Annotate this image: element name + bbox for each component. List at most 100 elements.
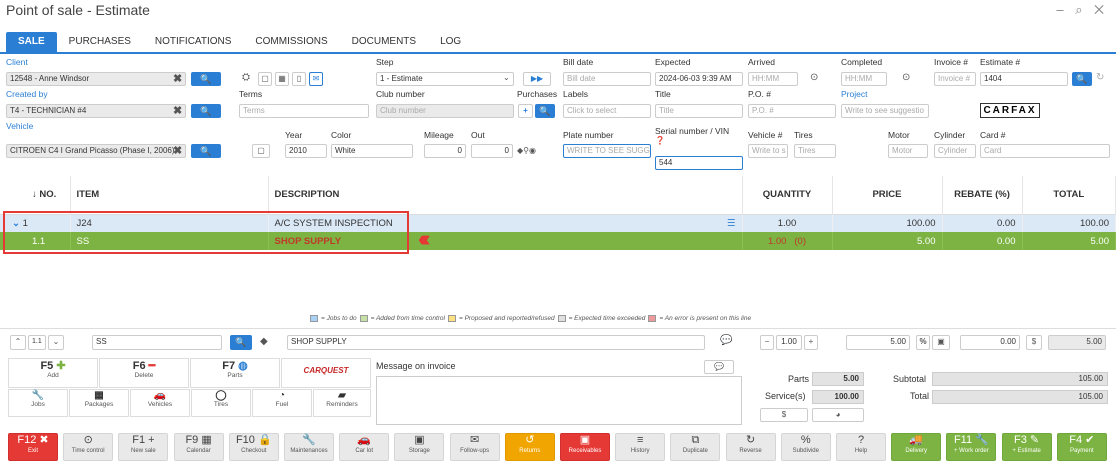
- toolbar-button-10[interactable]: ▣ Receivables: [560, 433, 610, 461]
- col-total[interactable]: TOTAL: [1022, 176, 1116, 214]
- increment-button[interactable]: +: [804, 335, 818, 350]
- search-estimate-button[interactable]: 🔍: [1072, 72, 1092, 86]
- clear-client-icon[interactable]: ✖: [173, 72, 182, 85]
- rebate-input[interactable]: 0.00: [960, 335, 1020, 350]
- toolbar-button-17[interactable]: F11 🔧 + Work order: [946, 433, 997, 461]
- toolbar-button-15[interactable]: ? Help: [836, 433, 886, 461]
- reminders-button[interactable]: ▰ Reminders: [313, 389, 371, 417]
- tag-icon[interactable]: ◆: [260, 336, 268, 347]
- project-input[interactable]: Write to see suggestio: [841, 104, 929, 118]
- row-price[interactable]: 100.00: [832, 214, 943, 232]
- clear-vehicle-icon[interactable]: ✖: [173, 144, 182, 157]
- toolbar-button-3[interactable]: F9 ▦ Calendar: [173, 433, 224, 461]
- tab-commissions[interactable]: COMMISSIONS: [243, 32, 339, 52]
- search-created-by-button[interactable]: 🔍: [191, 104, 221, 118]
- comment-icon[interactable]: 💬: [720, 335, 732, 346]
- add-purchase-button[interactable]: +: [518, 104, 533, 118]
- motor-input[interactable]: Motor: [888, 144, 928, 158]
- toolbar-button-16[interactable]: 🚚 Delivery: [891, 433, 942, 461]
- created-by-label[interactable]: Created by: [6, 89, 48, 99]
- vehicle-no-input[interactable]: Write to s: [748, 144, 788, 158]
- labels-select[interactable]: Click to select: [563, 104, 651, 118]
- mobile-icon[interactable]: ▯: [292, 72, 306, 86]
- toolbar-button-19[interactable]: F4 ✔ Payment: [1056, 433, 1107, 461]
- row-quantity-cell[interactable]: 1.00 (0): [742, 232, 833, 250]
- total-input[interactable]: 5.00: [1048, 335, 1106, 350]
- tab-sale[interactable]: SALE: [6, 32, 57, 52]
- parts-button[interactable]: F7 ◍ Parts: [190, 358, 280, 388]
- window-controls[interactable]: – ⌕ ✕: [1056, 2, 1108, 18]
- po-input[interactable]: P.O. #: [748, 104, 836, 118]
- color-input[interactable]: White: [331, 144, 413, 158]
- line-number[interactable]: 1.1: [28, 335, 46, 350]
- tires-button[interactable]: ◯ Tires: [191, 389, 251, 417]
- jobs-button[interactable]: 🔧 Jobs: [8, 389, 68, 417]
- document-icon[interactable]: ▢: [258, 72, 272, 86]
- list-icon[interactable]: ☰: [727, 218, 736, 229]
- pie-icon[interactable]: ◕: [812, 408, 864, 422]
- packages-button[interactable]: ▦ Packages: [69, 389, 129, 417]
- clock-icon[interactable]: ⊙: [810, 72, 818, 83]
- row-rebate[interactable]: 0.00: [942, 214, 1023, 232]
- row-total[interactable]: 100.00: [1022, 214, 1116, 232]
- dollar-button[interactable]: $: [1026, 335, 1042, 350]
- project-label[interactable]: Project: [841, 89, 867, 99]
- qty-input[interactable]: 1.00: [776, 335, 802, 350]
- col-description[interactable]: DESCRIPTION: [268, 176, 743, 214]
- chevron-up-icon[interactable]: ⌃: [10, 335, 26, 350]
- decrement-button[interactable]: −: [760, 335, 774, 350]
- clear-created-by-icon[interactable]: ✖: [173, 104, 182, 117]
- toolbar-button-13[interactable]: ↻ Reverse: [725, 433, 776, 461]
- item-input[interactable]: SS: [92, 335, 222, 350]
- add-button[interactable]: F5 ✚ Add: [8, 358, 98, 388]
- col-no[interactable]: ↓ NO.: [0, 176, 71, 214]
- chevron-down-icon[interactable]: ⌄: [503, 73, 510, 82]
- invoice-input[interactable]: Invoice #: [934, 72, 976, 86]
- percent-button[interactable]: %: [916, 335, 930, 350]
- carfax-logo[interactable]: CARFAX: [980, 103, 1040, 118]
- binoculars-icon[interactable]: ⛭: [239, 72, 253, 83]
- delete-button[interactable]: F6 ━ Delete: [99, 358, 189, 388]
- estimate-input[interactable]: 1404: [980, 72, 1068, 86]
- step-select[interactable]: 1 - Estimate: [376, 72, 514, 86]
- row-quantity[interactable]: 1.00: [742, 214, 833, 232]
- toolbar-button-8[interactable]: ✉ Follow-ups: [449, 433, 500, 461]
- dollar-button[interactable]: $: [760, 408, 808, 422]
- fuel-button[interactable]: ◔ Fuel: [252, 389, 312, 417]
- chevron-down-icon[interactable]: ⌄: [48, 335, 64, 350]
- row-rebate[interactable]: 0.00: [942, 232, 1023, 250]
- col-quantity[interactable]: QUANTITY: [742, 176, 833, 214]
- col-price[interactable]: PRICE: [832, 176, 943, 214]
- row-price[interactable]: 5.00: [832, 232, 943, 250]
- arrived-input[interactable]: HH:MM: [748, 72, 798, 86]
- toolbar-button-7[interactable]: ▣ Storage: [394, 433, 445, 461]
- client-label[interactable]: Client: [6, 57, 28, 67]
- toolbar-button-11[interactable]: ≡ History: [615, 433, 666, 461]
- search-vehicle-button[interactable]: 🔍: [191, 144, 221, 158]
- mileage-input[interactable]: 0: [424, 144, 466, 158]
- clock-icon[interactable]: ⊙: [902, 72, 910, 83]
- toolbar-button-5[interactable]: 🔧 Maintenances: [284, 433, 334, 461]
- col-item[interactable]: ITEM: [70, 176, 269, 214]
- toolbar-button-1[interactable]: ⊙ Time control: [63, 433, 114, 461]
- toolbar-button-0[interactable]: F12 ✖ Exit: [8, 433, 58, 461]
- expected-input[interactable]: 2024-06-03 9:39 AM: [655, 72, 743, 86]
- toolbar-button-9[interactable]: ↺ Returns: [504, 433, 555, 461]
- vehicles-button[interactable]: 🚗 Vehicles: [130, 389, 190, 417]
- vehicle-input[interactable]: CITROEN C4 I Grand Picasso (Phase I, 200…: [6, 144, 186, 158]
- info-icon[interactable]: ❓: [655, 136, 665, 145]
- comment-icon[interactable]: 💬: [704, 360, 734, 374]
- toolbar-button-12[interactable]: ⧉ Duplicate: [670, 433, 721, 461]
- tab-notifications[interactable]: NOTIFICATIONS: [143, 32, 243, 52]
- refresh-icon[interactable]: ↻: [1096, 72, 1104, 83]
- search-item-button[interactable]: 🔍: [230, 335, 252, 350]
- plate-input[interactable]: WRITE TO SEE SUGGE: [563, 144, 651, 158]
- price-input[interactable]: 5.00: [846, 335, 910, 350]
- email-icon[interactable]: ✉: [309, 72, 323, 86]
- tires-input[interactable]: Tires: [794, 144, 836, 158]
- vehicle-label[interactable]: Vehicle: [6, 121, 33, 131]
- description-input[interactable]: SHOP SUPPLY: [287, 335, 705, 350]
- out-input[interactable]: 0: [471, 144, 513, 158]
- terms-input[interactable]: Terms: [239, 104, 369, 118]
- tab-log[interactable]: LOG: [428, 32, 473, 52]
